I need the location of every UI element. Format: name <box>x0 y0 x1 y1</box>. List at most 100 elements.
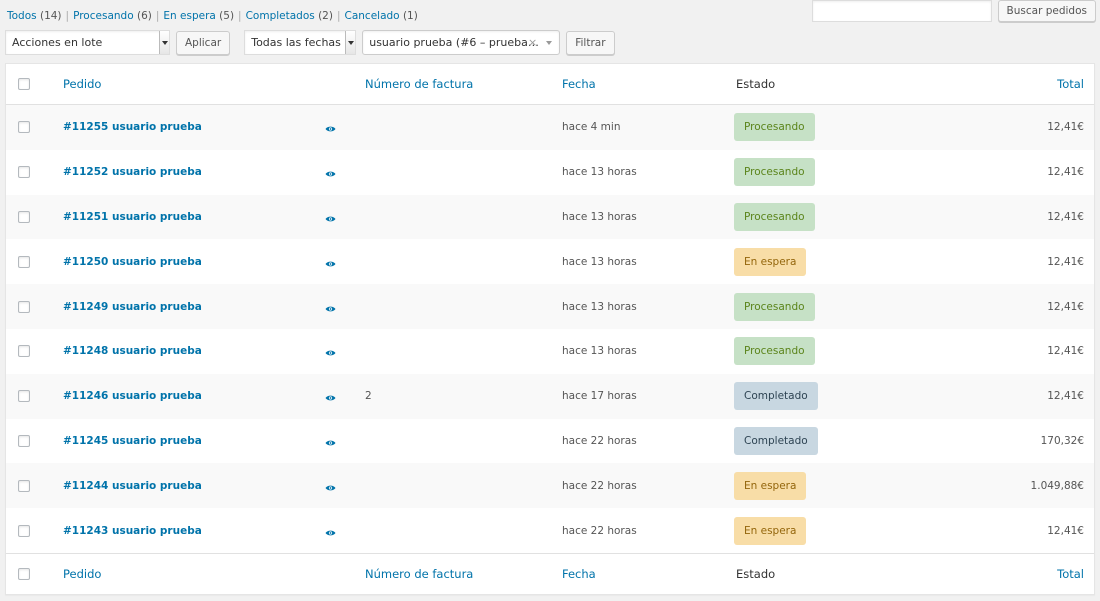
table-row[interactable]: #11245 usuario prueba hace 22 horas Comple… <box>6 419 1094 464</box>
date-filter-select[interactable]: Todas las fechas <box>244 30 357 55</box>
footer-column-total[interactable]: Total <box>1057 554 1084 594</box>
column-invoice[interactable]: Número de factura <box>365 64 473 104</box>
preview-cell <box>325 239 336 284</box>
eye-icon[interactable] <box>325 258 336 267</box>
bulk-actions-select[interactable]: Acciones en lote <box>5 30 170 55</box>
total-cell: 1.049,88€ <box>1031 463 1084 508</box>
apply-button[interactable]: Aplicar <box>176 30 231 55</box>
filter-link[interactable]: En espera <box>163 10 215 22</box>
total-cell: 12,41€ <box>1047 150 1084 195</box>
order-cell: #11248 usuario prueba <box>63 329 202 374</box>
table-row[interactable]: #11248 usuario prueba hace 13 horas Proces… <box>6 329 1094 374</box>
order-link[interactable]: #11246 usuario prueba <box>63 390 202 402</box>
status-badge: Procesando <box>734 337 815 366</box>
eye-icon[interactable] <box>325 527 336 535</box>
order-link[interactable]: #11255 usuario prueba <box>63 121 202 133</box>
column-order[interactable]: Pedido <box>63 64 101 104</box>
filter-link[interactable]: Cancelado <box>345 10 400 22</box>
order-link[interactable]: #11243 usuario prueba <box>63 525 202 537</box>
column-total[interactable]: Total <box>1057 64 1084 104</box>
row-checkbox[interactable] <box>18 210 30 223</box>
date-cell: hace 22 horas <box>562 463 637 508</box>
row-checkbox[interactable] <box>18 121 30 134</box>
column-date-label[interactable]: Fecha <box>562 77 596 91</box>
filter-link-item: Procesando (6) <box>73 10 152 22</box>
footer-column-invoice-label[interactable]: Número de factura <box>365 567 473 581</box>
chevron-down-icon <box>546 41 553 45</box>
eye-icon[interactable] <box>325 482 336 491</box>
eye-icon[interactable] <box>325 213 336 222</box>
column-invoice-label[interactable]: Número de factura <box>365 77 473 91</box>
footer-column-invoice[interactable]: Número de factura <box>365 554 473 594</box>
row-checkbox[interactable] <box>18 390 30 403</box>
eye-icon[interactable] <box>325 168 336 177</box>
status-cell: Procesando <box>734 195 815 240</box>
select-all-checkbox[interactable] <box>18 78 30 90</box>
footer-column-order[interactable]: Pedido <box>63 554 101 594</box>
eye-icon[interactable] <box>325 392 336 401</box>
row-checkbox[interactable] <box>18 345 30 358</box>
eye-icon[interactable] <box>325 437 336 446</box>
order-cell: #11251 usuario prueba <box>63 195 202 240</box>
footer-column-date-label[interactable]: Fecha <box>562 567 596 581</box>
row-checkbox[interactable] <box>18 524 30 537</box>
filter-count: (5) <box>219 10 235 22</box>
table-row[interactable]: #11243 usuario prueba hace 22 horas En esp… <box>6 508 1094 553</box>
status-badge: Completado <box>734 426 818 455</box>
customer-filter-select[interactable]: usuario prueba (#6 – prueba… × <box>362 30 561 55</box>
table-row[interactable]: #11251 usuario prueba hace 13 horas Proces… <box>6 194 1094 240</box>
table-row[interactable]: #11249 usuario prueba hace 13 horas Proces… <box>6 284 1094 329</box>
column-total-label[interactable]: Total <box>1057 77 1084 91</box>
filter-link[interactable]: Completados <box>246 10 315 22</box>
row-checkbox-cell <box>18 329 30 374</box>
order-link[interactable]: #11250 usuario prueba <box>63 256 202 268</box>
row-checkbox[interactable] <box>18 434 30 447</box>
date-cell: hace 17 horas <box>562 374 637 419</box>
search-input[interactable] <box>811 0 992 22</box>
order-link[interactable]: #11251 usuario prueba <box>63 211 202 223</box>
footer-column-date[interactable]: Fecha <box>562 554 596 594</box>
table-row[interactable]: #11255 usuario prueba hace 4 min Procesand… <box>6 105 1094 150</box>
search-orders-button[interactable]: Buscar pedidos <box>997 0 1096 22</box>
column-date[interactable]: Fecha <box>562 64 596 104</box>
row-checkbox[interactable] <box>18 300 30 313</box>
date-cell: hace 13 horas <box>562 284 637 329</box>
row-checkbox[interactable] <box>18 255 30 268</box>
filter-button[interactable]: Filtrar <box>566 30 615 55</box>
select-all-cell <box>18 64 30 104</box>
date-filter-label: Todas las fechas <box>251 36 341 49</box>
eye-icon[interactable] <box>325 347 336 356</box>
select-all-checkbox-footer[interactable] <box>18 567 30 580</box>
order-link[interactable]: #11244 usuario prueba <box>63 480 202 492</box>
order-link[interactable]: #11248 usuario prueba <box>63 345 202 357</box>
footer-column-total-label[interactable]: Total <box>1057 567 1084 581</box>
row-checkbox-cell <box>18 239 30 284</box>
status-cell: En espera <box>734 463 807 508</box>
table-footer: Pedido Número de factura Fecha Estado To… <box>6 552 1094 594</box>
preview-cell <box>325 150 336 195</box>
row-checkbox[interactable] <box>18 479 30 492</box>
eye-icon[interactable] <box>325 123 336 132</box>
table-row[interactable]: #11250 usuario prueba hace 13 horas En esp… <box>6 239 1094 284</box>
filter-link[interactable]: Todos <box>7 10 37 22</box>
row-checkbox[interactable] <box>18 166 30 179</box>
footer-column-order-label[interactable]: Pedido <box>63 567 101 581</box>
table-row[interactable]: #11244 usuario prueba hace 22 horas En esp… <box>6 463 1094 509</box>
order-total: 12,41€ <box>1047 121 1084 134</box>
filter-link[interactable]: Procesando <box>73 10 134 22</box>
column-order-label[interactable]: Pedido <box>63 77 101 91</box>
total-cell: 12,41€ <box>1047 284 1084 329</box>
table-row[interactable]: #11252 usuario prueba hace 13 horas Proces… <box>6 150 1094 195</box>
order-link[interactable]: #11249 usuario prueba <box>63 301 202 313</box>
preview-cell <box>325 284 336 329</box>
status-cell: Procesando <box>734 105 815 150</box>
clear-icon[interactable]: × <box>528 31 537 54</box>
order-link[interactable]: #11245 usuario prueba <box>63 435 202 447</box>
row-checkbox-cell <box>18 284 30 329</box>
order-link[interactable]: #11252 usuario prueba <box>63 166 202 178</box>
filter-count: (1) <box>402 10 418 22</box>
table-body: #11255 usuario prueba hace 4 min Procesand… <box>6 105 1094 553</box>
filter-link-item: Todos (14) <box>7 10 62 22</box>
table-row[interactable]: #11246 usuario prueba 2 hace 17 horas Compl… <box>6 373 1094 419</box>
eye-icon[interactable] <box>325 303 336 311</box>
